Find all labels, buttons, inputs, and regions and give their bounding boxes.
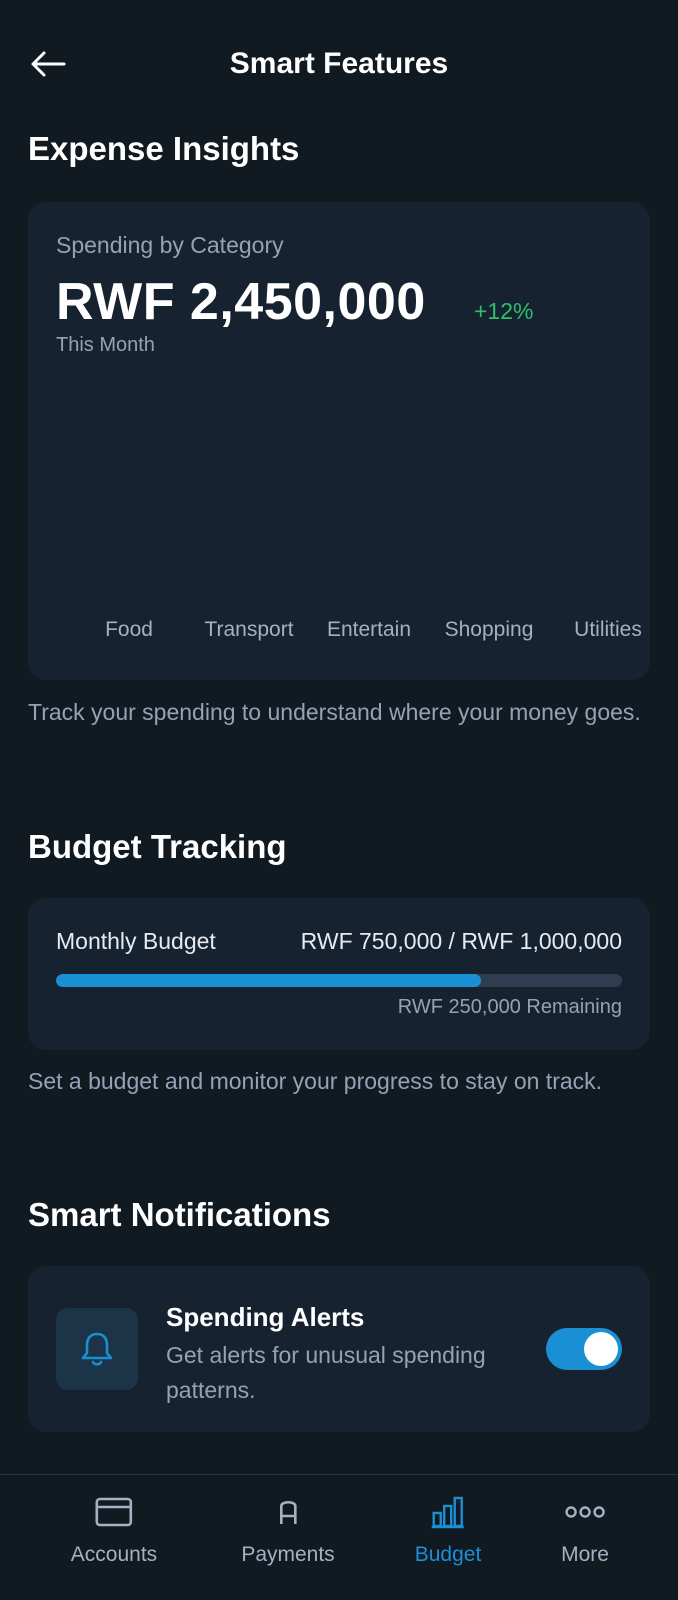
nav-item-accounts[interactable]: Accounts — [71, 1475, 157, 1600]
spending-alerts-title: Spending Alerts — [166, 1302, 365, 1332]
chart-category-label: Shopping — [444, 618, 534, 641]
budget-progress-bar — [56, 974, 622, 987]
payments-icon — [279, 1500, 297, 1524]
spending-alerts-toggle[interactable] — [546, 1328, 622, 1370]
nav-item-budget[interactable]: Budget — [414, 1475, 482, 1600]
budget-tracking-heading: Budget Tracking — [28, 828, 287, 865]
expense-insights-heading: Expense Insights — [28, 130, 300, 167]
expense-amount: RWF 2,450,000 — [56, 273, 426, 331]
spending-alerts-card: Spending Alerts Get alerts for unusual s… — [28, 1266, 650, 1432]
nav-label-more: More — [561, 1543, 609, 1566]
budget-description: Set a budget and monitor your progress t… — [28, 1068, 603, 1094]
more-dots-icon — [565, 1506, 605, 1518]
budget-progress-fill — [56, 974, 481, 987]
chart-category-label: Utilities — [574, 618, 642, 641]
notification-icon-box — [56, 1308, 138, 1390]
card-icon — [95, 1497, 133, 1527]
spending-chart — [56, 362, 622, 620]
bell-icon — [81, 1332, 113, 1366]
bottom-navigation: Accounts Payments Budget More — [0, 1474, 678, 1600]
nav-item-payments[interactable]: Payments — [241, 1475, 335, 1600]
nav-label-accounts: Accounts — [70, 1543, 158, 1566]
spending-alerts-description: Get alerts for unusual spending patterns… — [166, 1342, 486, 1403]
nav-label-budget: Budget — [414, 1543, 482, 1566]
chart-category-labels: Food Transport Entertain Shopping Utilities — [28, 618, 650, 648]
budget-card: Monthly Budget RWF 750,000 / RWF 1,000,0… — [28, 898, 650, 1050]
expense-card: Spending by Category RWF 2,450,000 +12% … — [28, 202, 650, 680]
budget-label: Monthly Budget — [56, 928, 216, 954]
budget-value: RWF 750,000 / RWF 1,000,000 — [300, 928, 622, 954]
nav-item-more[interactable]: More — [561, 1475, 609, 1600]
toggle-knob — [584, 1332, 618, 1366]
chart-category-label: Entertain — [326, 618, 412, 641]
page-title: Smart Features — [229, 47, 449, 80]
smart-features-screen: Smart Features Expense Insights Spending… — [0, 0, 678, 1600]
bar-chart-icon — [432, 1496, 464, 1529]
nav-label-payments: Payments — [241, 1543, 335, 1566]
expense-period: This Month — [56, 334, 155, 356]
expense-card-label: Spending by Category — [56, 232, 284, 258]
budget-remaining: RWF 250,000 Remaining — [397, 996, 622, 1018]
chart-category-label: Food — [105, 618, 153, 641]
smart-notifications-heading: Smart Notifications — [28, 1196, 331, 1233]
expense-description: Track your spending to understand where … — [28, 699, 641, 725]
header: Smart Features — [0, 0, 678, 124]
chart-category-label: Transport — [204, 618, 294, 641]
expense-change-badge: +12% — [474, 298, 534, 324]
